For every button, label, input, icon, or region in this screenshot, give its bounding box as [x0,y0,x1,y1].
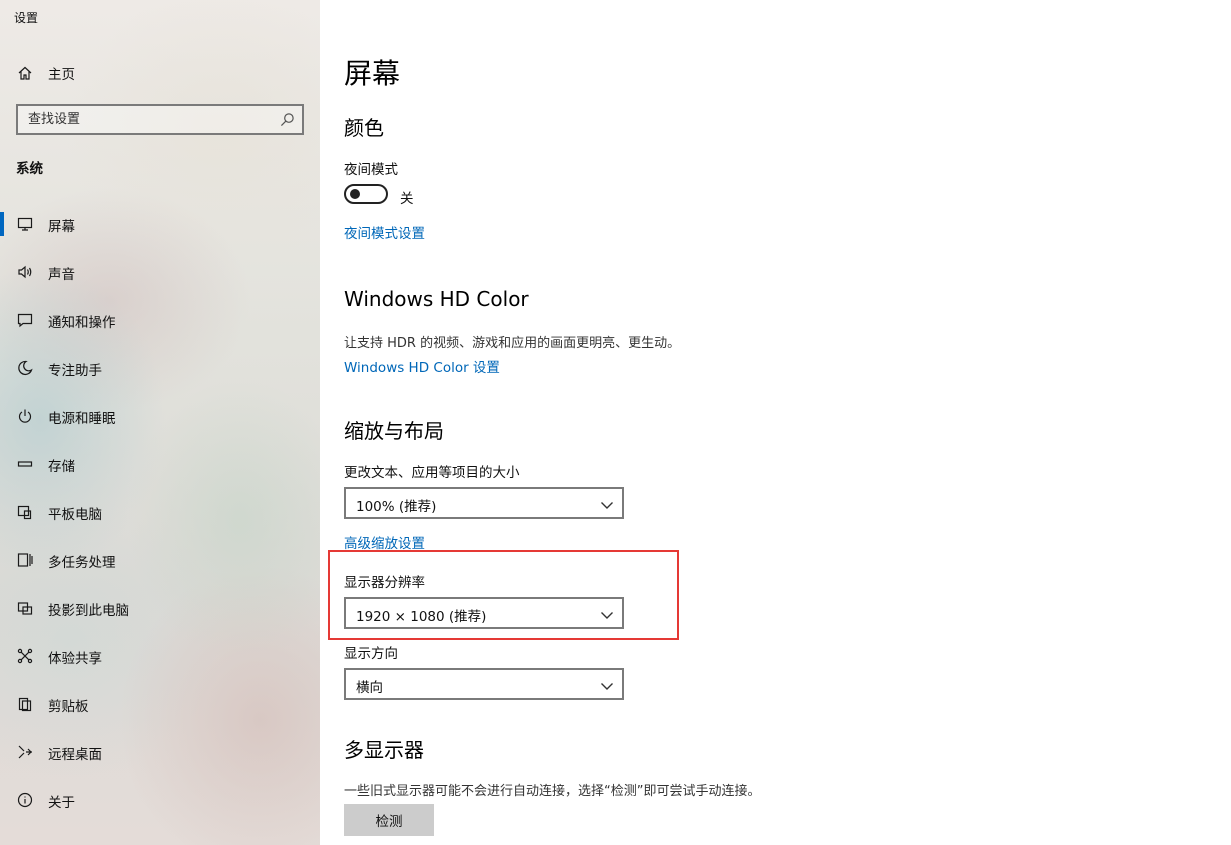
orientation-dropdown[interactable]: 横向 [344,668,624,700]
sidebar-item-label: 专注助手 [48,363,102,379]
share-icon [16,647,34,665]
sidebar-item-tablet[interactable]: 平板电脑 [0,488,320,536]
multi-display-description: 一些旧式显示器可能不会进行自动连接，选择“检测”即可尝试手动连接。 [344,784,761,799]
sidebar-item-multitasking[interactable]: 多任务处理 [0,536,320,584]
page-title: 屏幕 [344,57,401,90]
sidebar-item-shared-experiences[interactable]: 体验共享 [0,632,320,680]
power-icon [16,407,34,425]
scale-size-label: 更改文本、应用等项目的大小 [344,465,520,481]
night-mode-label: 夜间模式 [344,162,398,178]
chevron-down-icon [600,607,614,621]
sidebar-item-sound[interactable]: 声音 [0,248,320,296]
night-mode-toggle[interactable] [344,184,388,204]
sidebar-item-label: 声音 [48,267,75,283]
resolution-value: 1920 × 1080 (推荐) [356,609,487,625]
resolution-label: 显示器分辨率 [344,575,425,591]
orientation-label: 显示方向 [344,646,398,662]
multitask-icon [16,551,34,569]
nav-home-label: 主页 [48,67,75,83]
main-content: 屏幕 颜色 夜间模式 关 夜间模式设置 Windows HD Color 让支持… [320,0,1231,845]
sidebar-item-label: 远程桌面 [48,747,102,763]
hdr-settings-link[interactable]: Windows HD Color 设置 [344,356,500,376]
sidebar-item-label: 多任务处理 [48,555,116,571]
sidebar-item-focus-assist[interactable]: 专注助手 [0,344,320,392]
tablet-icon [16,503,34,521]
sidebar-item-label: 剪贴板 [48,699,89,715]
moon-icon [16,359,34,377]
monitor-icon [16,215,34,233]
night-mode-settings-link[interactable]: 夜间模式设置 [344,222,425,242]
hdr-description: 让支持 HDR 的视频、游戏和应用的画面更明亮、更生动。 [344,336,681,351]
orientation-value: 横向 [356,680,383,696]
scale-heading: 缩放与布局 [344,419,444,443]
search-icon[interactable] [280,112,295,127]
sidebar-item-label: 屏幕 [48,219,75,235]
storage-icon [16,455,34,473]
toggle-knob [350,189,360,199]
search-box[interactable] [16,104,304,135]
clipboard-icon [16,695,34,713]
sidebar-item-label: 关于 [48,795,75,811]
sidebar-item-label: 通知和操作 [48,315,116,331]
message-icon [16,311,34,329]
sidebar-item-label: 体验共享 [48,651,102,667]
chevron-down-icon [600,497,614,511]
sidebar: 设置 主页 系统 屏幕 声音 通知和操作 [0,0,320,845]
multi-display-heading: 多显示器 [344,738,424,762]
sidebar-item-label: 投影到此电脑 [48,603,129,619]
hdr-heading: Windows HD Color [344,287,529,311]
home-icon [16,64,34,82]
remote-icon [16,743,34,761]
section-label-system: 系统 [16,161,43,177]
resolution-dropdown[interactable]: 1920 × 1080 (推荐) [344,597,624,629]
advanced-scaling-link[interactable]: 高级缩放设置 [344,532,425,552]
chevron-down-icon [600,678,614,692]
info-icon [16,791,34,809]
sidebar-item-display[interactable]: 屏幕 [0,200,320,248]
sidebar-item-power[interactable]: 电源和睡眠 [0,392,320,440]
nav-list: 屏幕 声音 通知和操作 专注助手 电源和睡眠 存储 平板电脑 多任务处理 投影到… [0,200,320,824]
app-title: 设置 [14,11,39,25]
scale-size-value: 100% (推荐) [356,499,437,515]
sidebar-item-notifications[interactable]: 通知和操作 [0,296,320,344]
speaker-icon [16,263,34,281]
sidebar-item-label: 存储 [48,459,75,475]
sidebar-item-remote-desktop[interactable]: 远程桌面 [0,728,320,776]
sidebar-item-project[interactable]: 投影到此电脑 [0,584,320,632]
night-mode-state: 关 [400,191,414,207]
sidebar-item-clipboard[interactable]: 剪贴板 [0,680,320,728]
sidebar-item-storage[interactable]: 存储 [0,440,320,488]
sidebar-item-label: 平板电脑 [48,507,102,523]
scale-size-dropdown[interactable]: 100% (推荐) [344,487,624,519]
color-heading: 颜色 [344,116,384,140]
sidebar-item-label: 电源和睡眠 [48,411,116,427]
detect-button[interactable]: 检测 [344,804,434,836]
search-input[interactable] [18,106,302,133]
project-icon [16,599,34,617]
sidebar-item-about[interactable]: 关于 [0,776,320,824]
nav-home[interactable]: 主页 [0,56,320,90]
